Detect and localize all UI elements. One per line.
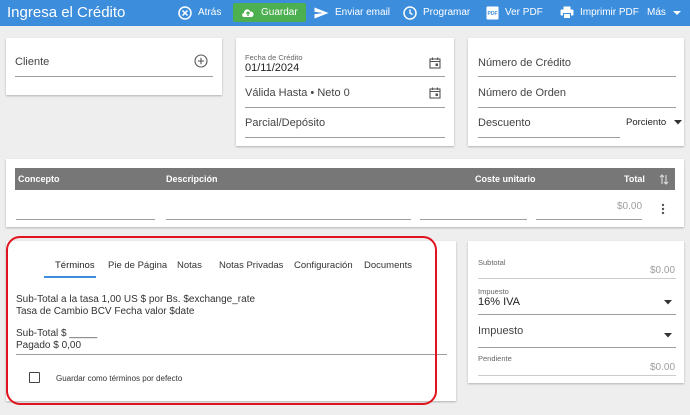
valid-until-input[interactable] (245, 107, 445, 108)
order-number-input[interactable] (478, 107, 676, 108)
tab-notas-privadas[interactable]: Notas Privadas (219, 260, 283, 271)
print-pdf-label: Imprimir PDF (580, 7, 639, 18)
terms-line-1: Sub-Total a la tasa 1,00 US $ por Bs. $e… (16, 294, 256, 305)
credit-number-label: Número de Crédito (478, 57, 571, 69)
tax1-select[interactable]: 16% IVA (478, 296, 520, 308)
partial-deposit-label: Parcial/Depósito (245, 117, 326, 129)
pending-label: Pendiente (478, 354, 512, 363)
send-email-button[interactable]: Enviar email (314, 3, 390, 22)
save-default-label: Guardar como términos por defecto (56, 374, 183, 383)
column-total: Total (624, 174, 645, 184)
page-title: Ingresa el Crédito (7, 4, 126, 21)
discount-type-select[interactable]: Porciento (626, 117, 683, 128)
row-total-value: $0.00 (617, 201, 643, 212)
view-pdf-label: Ver PDF (505, 7, 543, 18)
client-input[interactable] (15, 76, 213, 77)
tab-pie-de-pagina[interactable]: Pie de Página (108, 260, 167, 271)
subtotal-label: Subtotal (478, 258, 506, 267)
valid-until-label: Válida Hasta • Neto 0 (245, 87, 350, 99)
tax2-underline (478, 347, 676, 348)
numbers-card: Número de Crédito Número de Orden Descue… (468, 38, 684, 146)
discount-label: Descuento (478, 117, 531, 129)
close-circle-icon (178, 5, 192, 20)
total-input (536, 219, 642, 220)
credit-date-underline (245, 76, 445, 77)
caret-down-icon (672, 10, 681, 15)
credit-number-input[interactable] (478, 76, 676, 77)
caret-down-icon (664, 300, 672, 305)
coste-unitario-input[interactable] (420, 219, 527, 220)
pending-value: $0.00 (650, 362, 676, 373)
column-descripcion: Descripción (166, 174, 218, 184)
send-icon (314, 7, 329, 18)
concepto-input[interactable] (16, 219, 155, 220)
sort-icon[interactable] (659, 174, 669, 185)
items-table-header: Concepto Descripción Coste unitario Tota… (15, 168, 675, 190)
more-vert-icon[interactable] (661, 203, 665, 215)
client-field-label: Cliente (15, 56, 50, 68)
printer-icon (560, 6, 574, 19)
tab-configuracion[interactable]: Configuración (294, 260, 353, 271)
tax1-underline (478, 314, 676, 315)
save-default-checkbox[interactable] (29, 372, 40, 383)
tax1-label: Impuesto (478, 287, 509, 296)
discount-input[interactable] (478, 137, 620, 138)
terms-line-2: Tasa de Cambio BCV Fecha valor $date (16, 306, 195, 317)
more-label: Más (647, 7, 666, 18)
add-client-icon[interactable] (194, 54, 208, 68)
back-label: Atrás (198, 7, 222, 18)
column-coste-unitario: Coste unitario (475, 174, 536, 184)
dates-card: Fecha de Crédito 01/11/2024 Válida Hasta… (236, 38, 454, 146)
more-menu-button[interactable]: Más (647, 3, 682, 22)
schedule-label: Programar (423, 7, 471, 18)
totals-card: Subtotal $0.00 Impuesto 16% IVA Impuesto… (468, 241, 684, 383)
order-number-label: Número de Orden (478, 87, 567, 99)
terms-line-3: Sub-Total $ _____ (16, 328, 98, 339)
credit-date-label: Fecha de Crédito (245, 53, 303, 62)
view-pdf-button[interactable]: PDF Ver PDF (486, 3, 543, 22)
svg-text:PDF: PDF (488, 11, 498, 17)
back-button[interactable]: Atrás (178, 3, 221, 22)
tab-terminos[interactable]: Términos (55, 260, 95, 271)
terms-textarea[interactable] (16, 354, 447, 355)
subtotal-value: $0.00 (650, 265, 676, 276)
tax2-select[interactable]: Impuesto (478, 325, 523, 337)
discount-type-value: Porciento (626, 117, 667, 128)
clock-icon (403, 5, 417, 20)
tab-notas[interactable]: Notas (177, 260, 202, 271)
top-bar: Ingresa el Crédito Atrás Guardar Enviar … (0, 0, 690, 26)
credit-date-input[interactable]: 01/11/2024 (245, 62, 299, 74)
cloud-upload-icon (242, 9, 254, 17)
active-tab-indicator (44, 276, 96, 278)
pdf-icon: PDF (486, 6, 499, 19)
tab-documents[interactable]: Documents (364, 260, 412, 271)
caret-down-icon (674, 120, 683, 125)
subtotal-underline (478, 278, 676, 279)
calendar-icon[interactable] (429, 87, 441, 99)
terms-line-4: Pagado $ 0,00 (16, 340, 82, 351)
pending-underline (478, 375, 676, 376)
save-button[interactable]: Guardar (233, 3, 306, 22)
print-pdf-button[interactable]: Imprimir PDF (560, 3, 639, 22)
descripcion-input[interactable] (166, 219, 411, 220)
partial-deposit-input[interactable] (245, 137, 445, 138)
save-label: Guardar (261, 7, 298, 18)
caret-down-icon (664, 333, 672, 338)
column-concepto: Concepto (18, 174, 60, 184)
calendar-icon[interactable] (429, 57, 441, 69)
client-card: Cliente (6, 38, 222, 95)
send-email-label: Enviar email (335, 7, 391, 18)
schedule-button[interactable]: Programar (403, 3, 470, 22)
